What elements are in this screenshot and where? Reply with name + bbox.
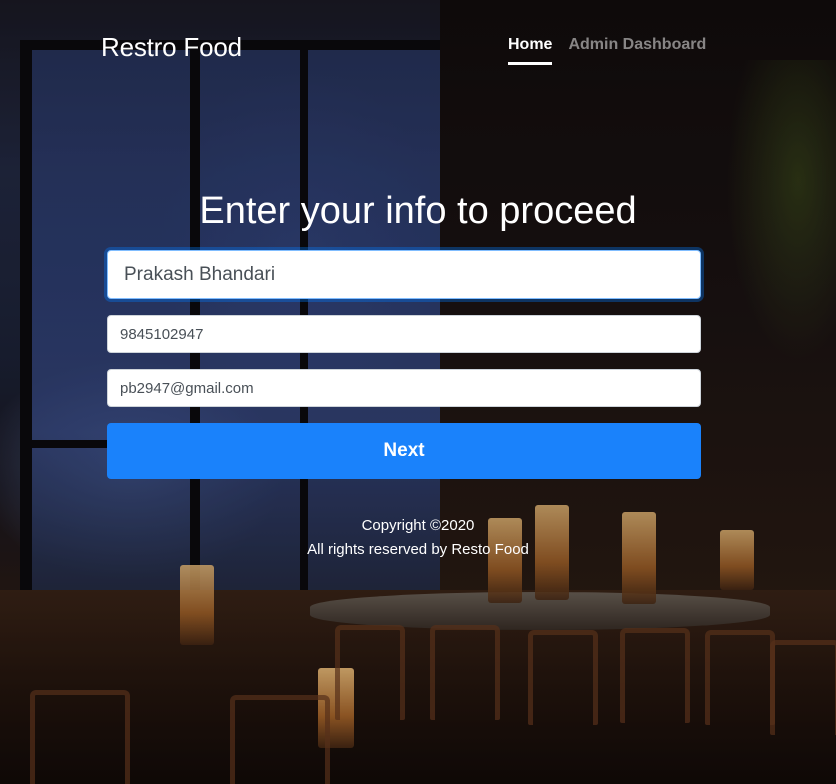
- name-input[interactable]: [107, 250, 701, 299]
- main-nav: Home Admin Dashboard: [508, 36, 706, 65]
- copyright-text: Copyright ©2020: [361, 517, 475, 534]
- page-title: Enter your info to proceed: [199, 190, 637, 232]
- nav-home-link[interactable]: Home: [508, 36, 553, 65]
- nav-admin-dashboard-link[interactable]: Admin Dashboard: [568, 36, 706, 65]
- phone-input[interactable]: [107, 315, 701, 353]
- brand-logo[interactable]: Restro Food: [101, 32, 242, 63]
- email-input[interactable]: [107, 369, 701, 407]
- rights-reserved-text: All rights reserved by Resto Food: [307, 541, 529, 558]
- page: Restro Food Home Admin Dashboard Enter y…: [0, 0, 836, 784]
- footer: Copyright ©2020 All rights reserved by R…: [0, 514, 836, 562]
- next-button[interactable]: Next: [107, 423, 701, 479]
